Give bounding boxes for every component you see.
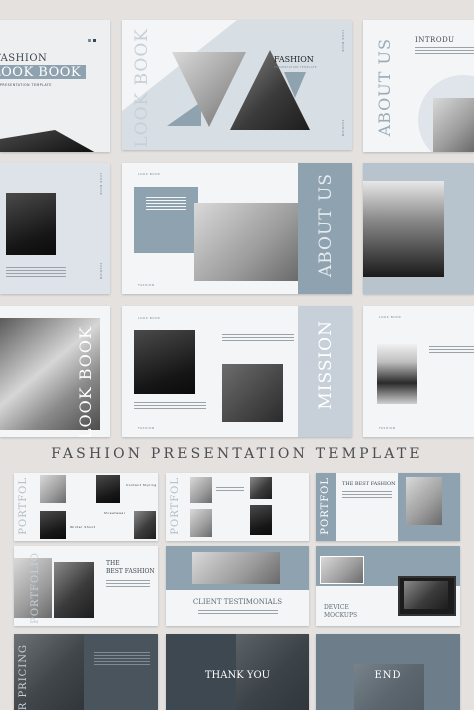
- slide-lookbook-hoodie[interactable]: LOOK BOOK FASHION: [363, 306, 474, 437]
- slide-our-pricing[interactable]: OUR PRICING: [14, 634, 158, 710]
- about-intro-title: INTRODU: [415, 36, 455, 44]
- portfolio1-vertical: PORTFOL: [18, 477, 29, 535]
- cover-title-main: LOOK BOOK: [0, 65, 82, 80]
- mission-photo-2: [222, 364, 283, 422]
- device-title-2: MOCKUPS: [324, 612, 358, 619]
- portfolio3-title: THE BEST FASHION: [342, 481, 396, 487]
- pricing-vertical: OUR PRICING: [18, 644, 29, 710]
- last-right-tag: LOOK BOOK: [379, 315, 402, 319]
- testimonials-text: [198, 610, 278, 616]
- slide-dark-portrait[interactable]: [363, 163, 474, 294]
- last-right-footer: FASHION: [379, 426, 396, 430]
- triangle-bg-light: [122, 20, 352, 150]
- portrait-text-block: [6, 267, 66, 279]
- slide-cover-look-book[interactable]: FASHION LOOK BOOK PRESENTATION TEMPLATE: [0, 20, 110, 152]
- end-title: END: [374, 670, 402, 681]
- portfolio1-photo-2: [96, 475, 120, 503]
- portfolio1-photo-3: [40, 511, 66, 539]
- testimonials-photo: [192, 552, 280, 584]
- about-model-photo: [433, 98, 474, 152]
- best-fashion-photo-2: [54, 562, 94, 618]
- slide-look-book-fur[interactable]: LOOK BOOK: [0, 306, 110, 437]
- mission-photo-1: [134, 330, 195, 394]
- best-fashion-title-2: BEST FASHION: [106, 568, 155, 575]
- device-title-1: DEVICE: [324, 604, 349, 611]
- slide-portrait-text[interactable]: LOOK BOOK FASHION: [0, 163, 110, 294]
- lookbook-vertical-title: LOOK BOOK: [132, 28, 152, 148]
- slide-portfolio-best-fashion[interactable]: PORTFOL THE BEST FASHION: [316, 473, 460, 541]
- portfolio1-photo-1: [40, 475, 66, 503]
- about-vertical-title: ABOUT US: [375, 38, 394, 137]
- about2-tag: LOOK BOOK: [138, 172, 161, 176]
- hoodie-text: [429, 346, 474, 355]
- lookbook2-vertical-title: LOOK BOOK: [76, 326, 95, 437]
- device-phone-photo: [320, 556, 364, 584]
- hoodie-model-photo: [377, 344, 417, 404]
- portfolio2-text: [216, 487, 244, 493]
- about2-model-photo: [194, 203, 298, 281]
- portfolio3-photo: [406, 477, 442, 525]
- slide-thank-you[interactable]: THANK YOU: [166, 634, 309, 710]
- cover-title-top: FASHION: [0, 53, 48, 64]
- best-fashion-text: [106, 580, 150, 589]
- lookbook-side-label-2: FASHION: [341, 120, 345, 137]
- portfolio2-photo-1: [190, 477, 212, 503]
- portfolio2-photo-3: [190, 509, 212, 537]
- about2-footer: FASHION: [138, 283, 155, 287]
- testimonials-title: CLIENT TESTIMONIALS: [192, 598, 283, 606]
- slide-client-testimonials[interactable]: CLIENT TESTIMONIALS: [166, 546, 309, 626]
- portfolio3-text: [342, 491, 392, 500]
- mission-text-1: [222, 334, 294, 343]
- mission-footer: FASHION: [138, 426, 155, 430]
- lookbook-side-label-1: LOOK BOOK: [341, 30, 345, 53]
- about2-vertical-title: ABOUT US: [316, 173, 336, 278]
- portfolio1-label-1: Content Styling: [126, 483, 157, 487]
- slide-about-us-introduction[interactable]: ABOUT US INTRODU: [363, 20, 474, 152]
- portfolio1-label-2: Streetwear: [104, 511, 126, 515]
- portfolio3-vertical: PORTFOL: [320, 477, 331, 535]
- lookbook-fashion-title: FASHION: [274, 55, 314, 64]
- page-title: FASHION PRESENTATION TEMPLATE: [51, 446, 423, 462]
- slide-fashion-look-book[interactable]: LOOK BOOK FASHION PRESENTATION TEMPLATE …: [122, 20, 352, 150]
- pricing-table: [94, 652, 150, 667]
- text-slide-side: FASHION: [99, 263, 103, 280]
- text-slide-caption: LOOK BOOK: [99, 173, 103, 196]
- portrait-photo: [6, 193, 56, 255]
- portfolio2-photo-4: [250, 505, 272, 535]
- best-fashion-title-1: THE: [106, 560, 120, 567]
- slide-about-us-lookbook[interactable]: LOOK BOOK ABOUT US FASHION: [122, 163, 352, 294]
- nav-dots: [88, 27, 96, 46]
- portfolio1-label-3: Winter Shoot: [70, 525, 96, 529]
- slide-mission[interactable]: LOOK BOOK MISSION FASHION: [122, 306, 352, 437]
- device-laptop-icon: [398, 576, 456, 616]
- mission-tag: LOOK BOOK: [138, 316, 161, 320]
- cover-model-photo: [0, 130, 100, 152]
- portfolio2-photo-2: [250, 477, 272, 499]
- slide-portfolio-two[interactable]: PORTFOL: [166, 473, 309, 541]
- slide-portfolio-grid[interactable]: PORTFOL Content Styling Streetwear Winte…: [14, 473, 158, 541]
- mission-vertical-title: MISSION: [316, 320, 336, 410]
- best-fashion-vertical: PORTFOLIO: [30, 552, 41, 624]
- cover-subtitle: PRESENTATION TEMPLATE: [0, 83, 52, 87]
- device-laptop-screen-photo: [404, 581, 448, 609]
- about-intro-text: [415, 47, 474, 56]
- slide-end[interactable]: END: [316, 634, 460, 710]
- mission-text-2: [134, 402, 206, 411]
- windswept-model-photo: [363, 181, 444, 277]
- portfolio2-vertical: PORTFOL: [170, 477, 181, 535]
- lookbook-subtitle: PRESENTATION TEMPLATE: [274, 66, 317, 69]
- about2-text: [146, 197, 186, 212]
- thank-you-title: THANK YOU: [204, 670, 271, 681]
- slide-device-mockups[interactable]: DEVICE MOCKUPS: [316, 546, 460, 626]
- slide-best-fashion[interactable]: PORTFOLIO THE BEST FASHION: [14, 546, 158, 626]
- portfolio1-photo-4: [134, 511, 156, 539]
